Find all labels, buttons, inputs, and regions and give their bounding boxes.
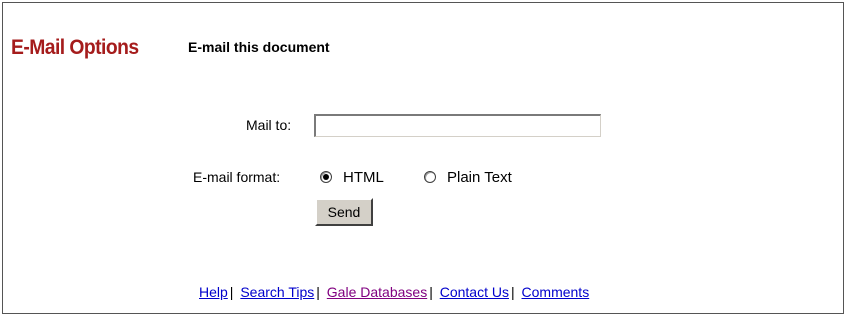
email-options-title: E-Mail Options — [11, 36, 139, 59]
link-separator: | — [429, 284, 433, 300]
section-title: E-mail this document — [188, 39, 330, 55]
mail-to-label: Mail to: — [246, 117, 292, 133]
html-radio[interactable] — [320, 171, 332, 183]
format-option-plain-text[interactable]: Plain Text — [424, 167, 512, 187]
mail-to-input[interactable] — [314, 114, 601, 137]
gale-databases-link[interactable]: Gale Databases — [327, 284, 427, 300]
comments-link[interactable]: Comments — [522, 284, 590, 300]
email-options-panel: E-Mail Options E-mail this document Mail… — [2, 2, 844, 314]
link-separator: | — [229, 284, 234, 300]
help-link[interactable]: Help — [199, 284, 228, 300]
search-tips-link[interactable]: Search Tips — [240, 284, 314, 300]
format-option-html[interactable]: HTML — [320, 167, 384, 187]
email-format-label: E-mail format: — [193, 169, 281, 185]
plain-text-radio-label[interactable]: Plain Text — [447, 169, 512, 186]
contact-us-link[interactable]: Contact Us — [440, 284, 509, 300]
link-separator: | — [510, 284, 515, 300]
html-radio-label[interactable]: HTML — [343, 169, 384, 186]
link-separator: | — [316, 284, 320, 300]
footer-links: Help | Search Tips | Gale Databases | Conta… — [199, 284, 589, 300]
plain-text-radio[interactable] — [424, 171, 436, 183]
send-button[interactable]: Send — [315, 198, 373, 226]
